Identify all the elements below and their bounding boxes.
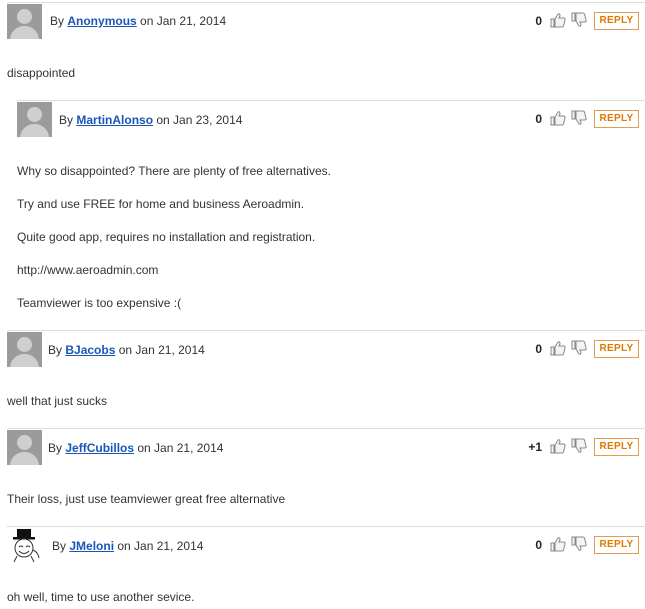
vote-score: 0 bbox=[535, 538, 542, 552]
comment-divider bbox=[7, 526, 645, 527]
author-link[interactable]: JMeloni bbox=[69, 539, 114, 553]
comment-byline: By JMeloni on Jan 21, 2014 bbox=[52, 539, 204, 553]
avatar[interactable] bbox=[7, 528, 42, 563]
comment-date: on Jan 21, 2014 bbox=[117, 539, 204, 553]
thumbs-down-icon[interactable] bbox=[571, 536, 587, 552]
comment-text: oh well, time to use another sevice. bbox=[7, 590, 195, 604]
comment: By JMeloni on Jan 21, 2014 0 REPLY oh we… bbox=[0, 0, 645, 609]
reply-button[interactable]: REPLY bbox=[594, 536, 639, 554]
thumbs-up-icon[interactable] bbox=[550, 536, 566, 552]
top-hat-avatar-icon bbox=[13, 529, 40, 563]
